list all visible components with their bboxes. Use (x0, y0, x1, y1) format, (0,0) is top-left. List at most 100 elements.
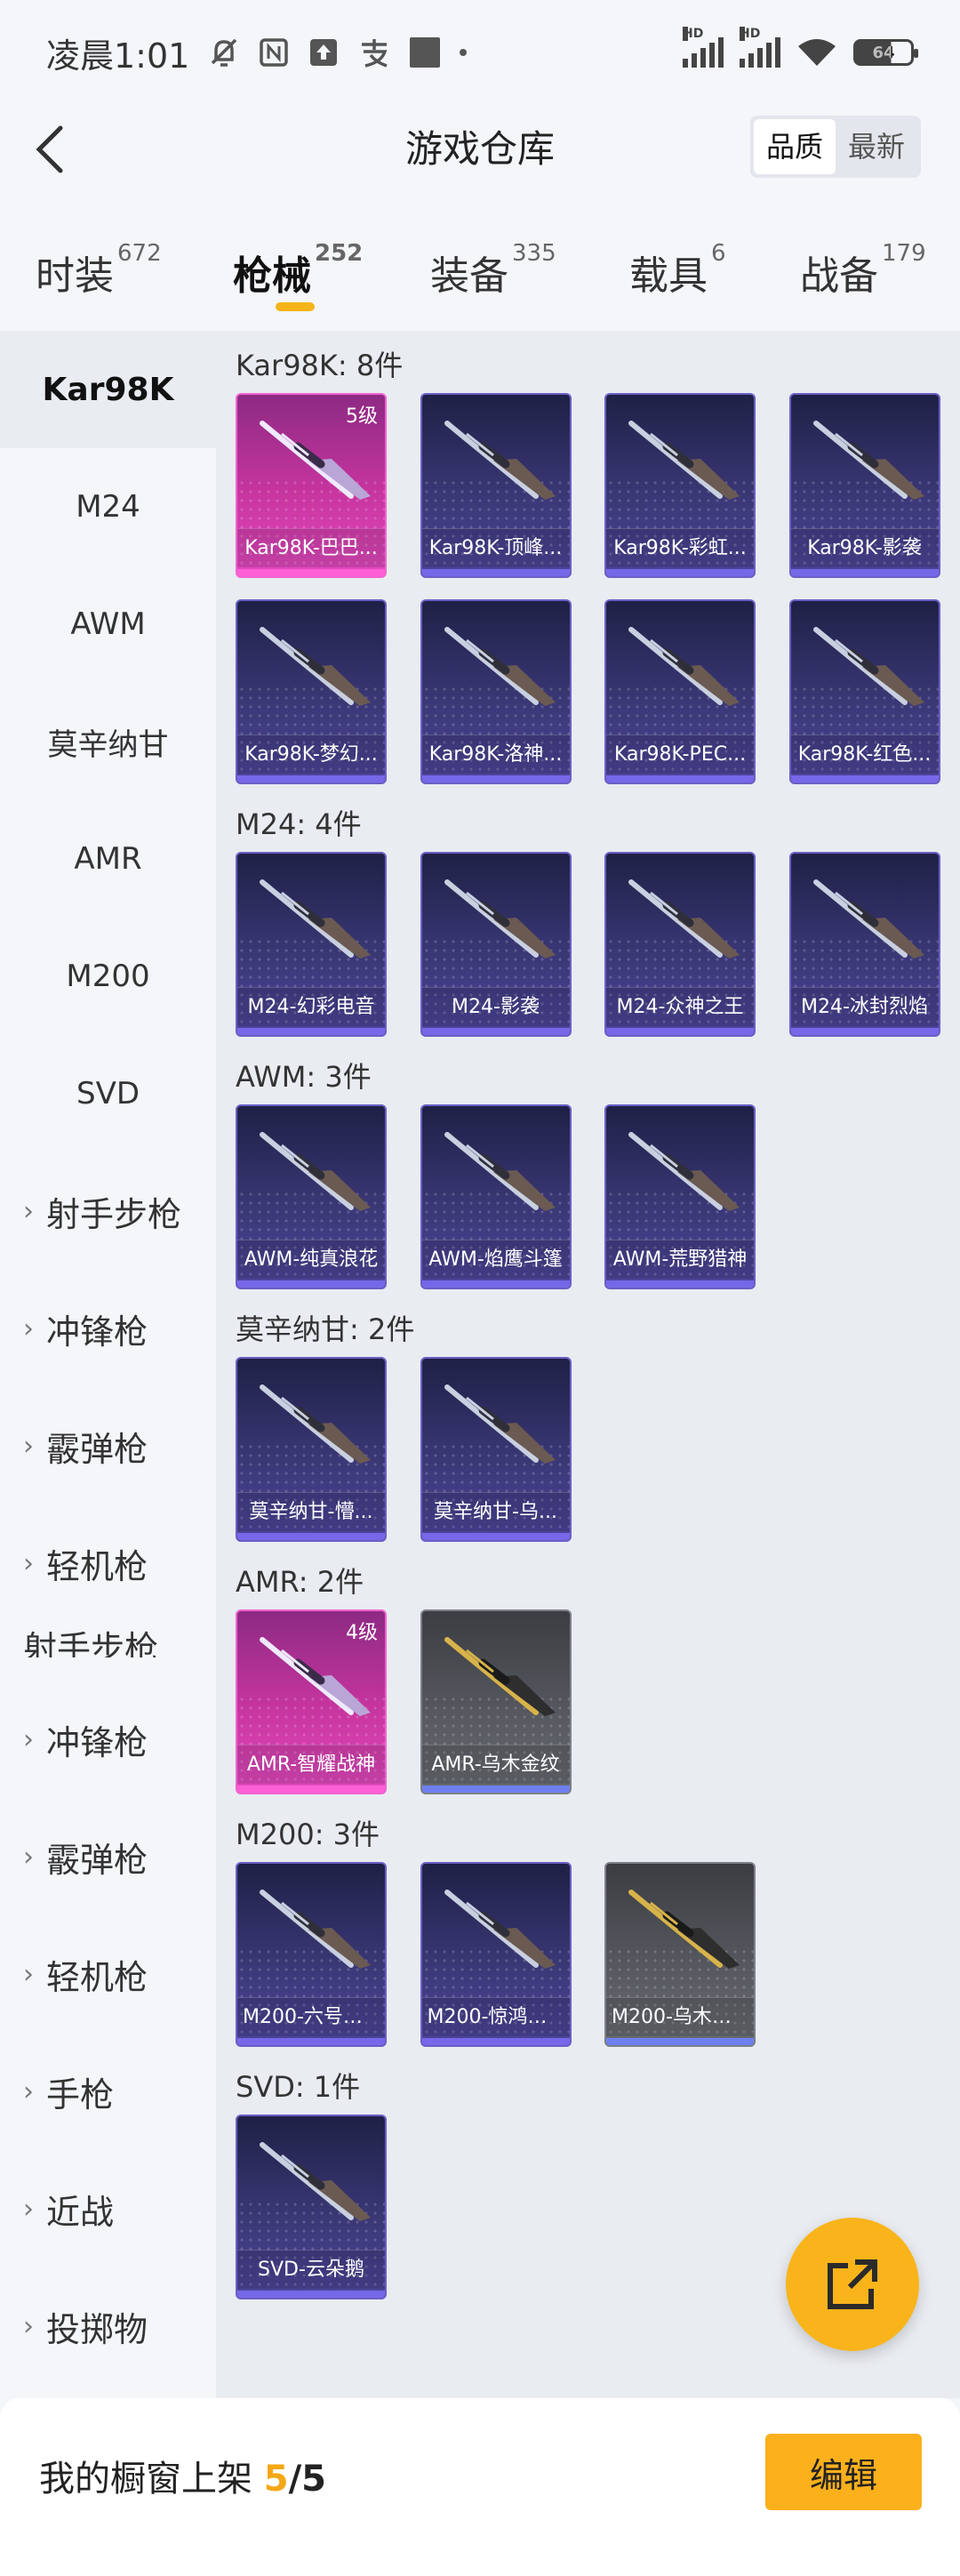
sidebar-item-mosin[interactable]: 莫辛纳甘 (0, 683, 216, 800)
sidebar-group-smg[interactable]: › 冲锋枪 (0, 1270, 216, 1387)
sort-toggle: 品质 最新 (749, 116, 921, 178)
tab-fashion[interactable]: 时装 672 (36, 240, 162, 301)
tab-count: 335 (512, 240, 556, 267)
skin-card[interactable]: Kar98K-梦幻... (236, 599, 387, 784)
rarity-bar (421, 2038, 570, 2045)
skin-card[interactable]: AWM-纯真浪花 (236, 1104, 387, 1289)
skin-card[interactable]: Kar98K-洛神... (420, 599, 572, 784)
wifi-icon (798, 39, 836, 66)
rifle-icon (628, 1132, 740, 1211)
skin-name: M200-惊鸿侠... (421, 1997, 570, 2036)
skin-card[interactable]: M200-六号稻... (236, 1862, 387, 2047)
bottom-bar: 我的橱窗上架 5/5 编辑 (0, 2398, 960, 2576)
sidebar-item-label: 射手步枪 (46, 1194, 182, 1234)
chevron-right-icon: › (23, 2310, 34, 2342)
sidebar-item-label: 近战 (46, 2192, 115, 2232)
rifle-icon (628, 421, 740, 500)
skin-card[interactable]: Kar98K-红色... (788, 599, 940, 784)
rifle-icon (260, 2142, 371, 2221)
skin-name: Kar98K-彩虹... (606, 528, 754, 567)
tab-count: 252 (315, 240, 364, 267)
showcase-total: /5 (288, 2459, 327, 2500)
rarity-bar (237, 2291, 385, 2298)
sidebar-item-m24[interactable]: M24 (0, 448, 216, 566)
sidebar-item-m200[interactable]: M200 (0, 918, 216, 1035)
skin-card[interactable]: M24-众神之王 (604, 852, 756, 1037)
rifle-icon (444, 627, 556, 706)
edit-button[interactable]: 编辑 (765, 2434, 922, 2510)
sidebar-group-shotgun[interactable]: › 霰弹枪 (0, 1387, 216, 1505)
skin-card[interactable]: AWM-焰鹰斗篷 (420, 1104, 572, 1289)
sidebar-group-shotgun-duplicate[interactable]: › 霰弹枪 (0, 1798, 216, 1915)
sidebar-group-melee[interactable]: › 近战 (0, 2150, 216, 2267)
sidebar-group-marksman-duplicate[interactable]: 射手步枪 (0, 1622, 216, 1657)
rarity-bar (606, 775, 754, 782)
tab-label: 枪械 (233, 253, 311, 299)
tab-battle-supplies[interactable]: 战备 179 (800, 240, 926, 301)
sidebar-group-lmg-duplicate[interactable]: › 轻机枪 (0, 1915, 216, 2033)
skin-card[interactable]: M24-冰封烈焰 (788, 852, 940, 1037)
skin-card[interactable]: M200-乌木金... (604, 1862, 756, 2047)
sidebar-item-label: M24 (76, 489, 140, 525)
sidebar-item-amr[interactable]: AMR (0, 800, 216, 918)
skin-name: Kar98K-洛神... (421, 734, 570, 774)
skin-name: Kar98K-PEC... (606, 734, 754, 774)
alipay-icon (362, 39, 388, 68)
rifle-icon (628, 627, 740, 706)
skin-card[interactable]: Kar98K-顶峰... (420, 393, 572, 578)
rarity-bar (237, 1280, 385, 1288)
sidebar-item-kar98k[interactable]: Kar98K (0, 331, 216, 448)
sidebar-item-svd[interactable]: SVD (0, 1035, 216, 1152)
sidebar-item-awm[interactable]: AWM (0, 566, 216, 683)
rifle-icon (444, 421, 556, 500)
chevron-right-icon: › (23, 1723, 34, 1755)
rarity-bar (237, 2038, 385, 2045)
sort-latest-option[interactable]: 最新 (836, 119, 917, 174)
skin-card[interactable]: 4级 AMR-智耀战神 (236, 1609, 387, 1794)
skin-card[interactable]: M24-幻彩电音 (236, 852, 387, 1037)
rarity-bar (606, 2038, 754, 2045)
sidebar-item-label: AWM (70, 606, 146, 642)
tab-firearms[interactable]: 枪械 252 (233, 240, 363, 301)
chevron-right-icon: › (23, 2193, 34, 2225)
tab-count: 6 (711, 240, 726, 267)
sidebar-group-throwable[interactable]: › 投掷物 (0, 2267, 216, 2385)
sort-quality-option[interactable]: 品质 (753, 119, 836, 174)
skin-card[interactable]: 5级 Kar98K-巴巴... (236, 393, 387, 578)
skin-card[interactable]: Kar98K-影袭 (788, 393, 940, 578)
skin-card[interactable]: Kar98K-PEC... (604, 599, 756, 784)
chevron-right-icon: › (23, 1430, 34, 1462)
section-title: AMR: 2件 (236, 1565, 364, 1599)
skin-card[interactable]: M200-惊鸿侠... (420, 1862, 572, 2047)
skin-card[interactable]: SVD-云朵鹅 (236, 2115, 387, 2299)
skin-card[interactable]: 莫辛纳甘-乌... (420, 1357, 572, 1542)
tab-equipment[interactable]: 装备 335 (430, 240, 556, 301)
skin-name: M200-乌木金... (606, 1997, 754, 2036)
back-button[interactable] (23, 121, 76, 178)
rarity-bar (421, 1028, 570, 1035)
sidebar-group-smg-duplicate[interactable]: › 冲锋枪 (0, 1681, 216, 1798)
skin-name: M24-众神之王 (606, 987, 754, 1026)
rarity-bar (421, 1786, 570, 1793)
sidebar-item-label: AMR (74, 841, 142, 877)
rifle-icon (260, 1384, 371, 1464)
skin-name: 莫辛纳甘-懵... (237, 1492, 385, 1531)
sidebar-group-marksman[interactable]: › 射手步枪 (0, 1152, 216, 1270)
skin-name: AMR-乌木金纹 (421, 1745, 570, 1784)
skin-card[interactable]: M24-影袭 (420, 852, 572, 1037)
tab-vehicles[interactable]: 载具 6 (629, 240, 726, 301)
status-time: 凌晨1:01 (46, 36, 190, 76)
share-button[interactable] (786, 2218, 919, 2351)
skin-card[interactable]: AWM-荒野猎神 (604, 1104, 756, 1289)
rifle-icon (444, 1132, 556, 1211)
rifle-icon (260, 1132, 371, 1211)
skin-name: M24-幻彩电音 (237, 987, 385, 1026)
sidebar-group-lmg[interactable]: › 轻机枪 (0, 1505, 216, 1622)
rarity-bar (421, 1533, 570, 1540)
skin-card[interactable]: AMR-乌木金纹 (420, 1609, 572, 1794)
skin-card[interactable]: 莫辛纳甘-懵... (236, 1357, 387, 1542)
signal-hd-icon: HD (740, 27, 780, 68)
skin-card[interactable]: Kar98K-彩虹... (604, 393, 756, 578)
skin-name: M24-影袭 (421, 987, 570, 1026)
sidebar-group-pistol[interactable]: › 手枪 (0, 2033, 216, 2150)
